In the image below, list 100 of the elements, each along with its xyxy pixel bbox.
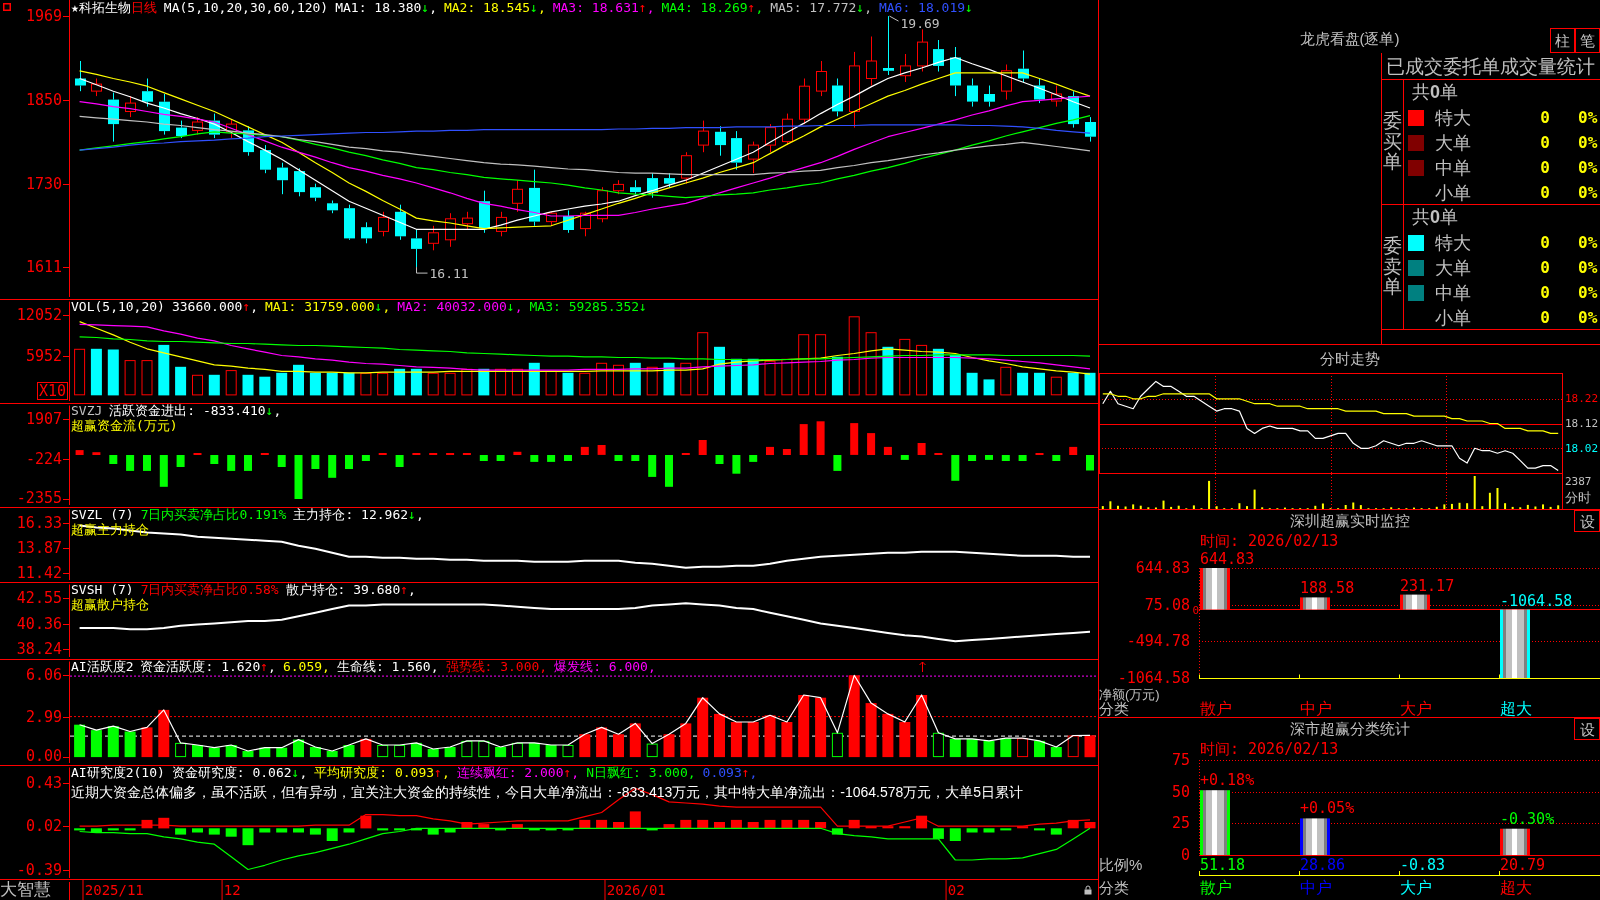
candle-wick bbox=[1073, 90, 1074, 129]
indicator-reading: 7日内买卖净占比0.58% bbox=[140, 582, 279, 597]
indicator-reading: MA5: 17.772↓, bbox=[770, 0, 872, 15]
peak-volume-label: 2387 bbox=[1565, 475, 1592, 488]
axis-label: 1850 bbox=[25, 91, 62, 108]
side-label: 委卖单 bbox=[1383, 235, 1402, 299]
candle-wick bbox=[821, 60, 822, 97]
square-icon bbox=[3, 3, 11, 11]
chart-bar bbox=[126, 455, 135, 471]
candle-wick bbox=[938, 39, 939, 72]
indicator-reading: 生命线: 1.560, bbox=[336, 659, 439, 674]
settings-button[interactable]: 设 bbox=[1574, 718, 1600, 740]
axis-label: 1611 bbox=[25, 259, 62, 276]
order-percent: 0% bbox=[1578, 157, 1598, 178]
candle-wick bbox=[602, 186, 603, 223]
chart-bar bbox=[479, 455, 488, 461]
category-label: 大户 bbox=[1400, 880, 1432, 896]
candle-wick bbox=[299, 167, 300, 197]
axis-label: 0 bbox=[1180, 847, 1190, 863]
chart-bar bbox=[1052, 455, 1061, 461]
axis-label: -1064.58 bbox=[1117, 670, 1190, 686]
brand-name: 大智慧 bbox=[0, 880, 51, 900]
order-count: 0 bbox=[1539, 307, 1551, 328]
candle-body bbox=[613, 183, 624, 192]
chart-bar bbox=[547, 455, 556, 462]
indicator-reading: MA1: 18.380↓, bbox=[335, 0, 437, 15]
indicator-reading: 6.059, bbox=[282, 659, 330, 674]
axis-label: 40.36 bbox=[16, 615, 62, 632]
date-label: 2025/11 bbox=[82, 880, 144, 900]
axis-label: 18.12 bbox=[1565, 417, 1599, 430]
timestamp: 时间: 2026/02/13 bbox=[1199, 532, 1340, 550]
view-toggle[interactable]: 柱 bbox=[1550, 28, 1575, 53]
axis-label: 0.02 bbox=[25, 818, 62, 835]
chart-bar bbox=[766, 446, 774, 455]
candle-body bbox=[950, 57, 961, 86]
chart-bar bbox=[816, 421, 825, 455]
candle-body bbox=[142, 91, 153, 102]
leader-line bbox=[416, 266, 428, 274]
chart-bar bbox=[328, 455, 337, 478]
axis-label: 644.83 bbox=[1135, 560, 1190, 576]
candle-body bbox=[698, 130, 709, 146]
chart-bar bbox=[1018, 455, 1027, 461]
candle-wick bbox=[922, 28, 923, 72]
candle-body bbox=[260, 150, 271, 170]
candle-body bbox=[546, 212, 557, 223]
chart-bar bbox=[311, 455, 320, 469]
candle-body bbox=[816, 71, 827, 92]
zero-label: 0 bbox=[1192, 604, 1199, 617]
candle-body bbox=[1051, 93, 1062, 102]
indicator-reading: MA2: 40032.000↓, bbox=[397, 299, 523, 314]
axis-label: 16.33 bbox=[16, 515, 62, 532]
category-label: 大户 bbox=[1400, 701, 1432, 717]
value-label: 231.17 bbox=[1400, 577, 1455, 594]
candle-wick bbox=[568, 209, 569, 234]
candle-wick bbox=[315, 183, 316, 202]
indicator-reading: MA2: 18.545↓, bbox=[443, 0, 546, 15]
indicator-reading: 活跃资金进出: -833.410↓, bbox=[109, 403, 282, 418]
axis-label: 50 bbox=[1171, 783, 1190, 800]
indicator-reading: MA1: 31759.000↓, bbox=[265, 299, 391, 314]
candle-body bbox=[799, 85, 810, 120]
indicator-reading: 资金研究度: 0.062↓, bbox=[171, 765, 308, 780]
value-label: 28.86 bbox=[1300, 857, 1346, 873]
axis-label: 0.00 bbox=[25, 748, 62, 764]
candle-body bbox=[445, 218, 456, 241]
axis-label: 75 bbox=[1171, 752, 1190, 768]
candle-body bbox=[748, 144, 759, 160]
change-label: +0.18% bbox=[1200, 772, 1255, 789]
candle-wick bbox=[332, 200, 333, 214]
view-toggle[interactable]: 笔 bbox=[1575, 28, 1600, 53]
candle-body bbox=[378, 216, 389, 232]
chart-bar bbox=[698, 440, 707, 455]
order-percent: 0% bbox=[1578, 232, 1598, 253]
value-label: -1064.58 bbox=[1500, 592, 1573, 609]
candle-body bbox=[765, 127, 776, 146]
indicator-reading: 连续飘红: 2.000↑, bbox=[456, 765, 580, 780]
candle-body bbox=[580, 212, 591, 230]
chart-bar bbox=[648, 455, 657, 477]
candle-body bbox=[731, 138, 742, 163]
chart-bar bbox=[210, 455, 219, 464]
order-type-label: 特大 bbox=[1435, 232, 1472, 253]
axis-label: 5952 bbox=[25, 347, 62, 364]
candle-wick bbox=[669, 172, 670, 188]
indicator-reading: 33660.000↑, bbox=[171, 299, 259, 314]
panel-title: 分时走势 bbox=[1318, 349, 1381, 369]
candle-body bbox=[226, 123, 237, 133]
order-count: 0 bbox=[1539, 257, 1551, 278]
candle-wick bbox=[905, 53, 906, 83]
order-type-label: 中单 bbox=[1435, 282, 1472, 303]
value-label: 20.79 bbox=[1500, 857, 1546, 873]
candle-wick bbox=[888, 15, 889, 76]
axis-label: 1907 bbox=[25, 411, 62, 428]
candle-wick bbox=[164, 93, 165, 136]
settings-button[interactable]: 设 bbox=[1574, 510, 1600, 532]
indicator-reading: VOL(5,10,20) bbox=[71, 299, 165, 314]
axis-label: 0.43 bbox=[25, 774, 62, 791]
axis-label: 18.02 bbox=[1565, 441, 1599, 455]
chart-bar bbox=[985, 455, 993, 460]
order-type-label: 大单 bbox=[1435, 257, 1472, 278]
order-percent: 0% bbox=[1578, 282, 1598, 303]
candle-wick bbox=[214, 113, 215, 139]
